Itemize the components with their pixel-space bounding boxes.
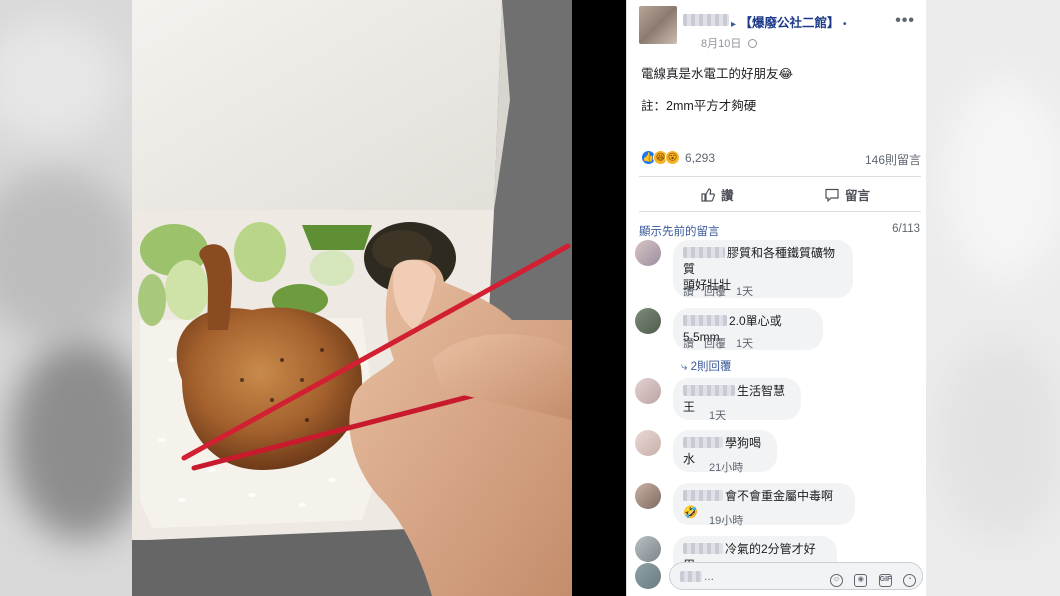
comment-page-count: 6/113 (892, 223, 920, 235)
post-photo[interactable] (132, 0, 572, 596)
comment-input-icons: ☺ ◉ GIF ◔ (822, 568, 916, 587)
commenter-name-blurred[interactable] (683, 247, 725, 258)
comment-input[interactable] (704, 563, 824, 589)
commenter-name-blurred[interactable] (683, 490, 723, 501)
commenter-avatar[interactable] (635, 378, 661, 404)
post-note: 註：2mm平方才夠硬 (641, 99, 757, 113)
comment-button[interactable]: 留言 (825, 185, 870, 204)
blurred-background-left (0, 0, 132, 596)
lunchbox-photo (132, 0, 572, 596)
triangle-icon: ▸ (731, 19, 737, 30)
blurred-background-right (926, 0, 1060, 596)
post-text: 電線真是水電工的好朋友😂 (641, 67, 794, 81)
comment-bubble: 會不會重金屬中毒啊🤣 (673, 483, 855, 525)
comment-time[interactable]: 1天 (709, 410, 726, 422)
comment-like-link[interactable]: 讚 (683, 286, 694, 298)
comment-input-row: ☺ ◉ GIF ◔ (633, 560, 925, 592)
commenter-name-blurred[interactable] (683, 437, 723, 448)
sticker-icon[interactable]: ◔ (903, 574, 916, 587)
comment-reply-link[interactable]: 回覆 (704, 286, 726, 298)
poster-avatar[interactable] (639, 6, 677, 44)
gif-icon[interactable]: GIF (878, 574, 892, 587)
thumbs-up-icon (701, 188, 715, 202)
post-header: ▸ 【爆廢公社二館】 • ••• 8月10日 (639, 4, 926, 51)
comment-count[interactable]: 146則留言 (865, 151, 921, 168)
action-bar: 讚 留言 (639, 176, 921, 212)
more-options-icon[interactable]: ••• (895, 12, 915, 30)
comment-time[interactable]: 19小時 (709, 515, 743, 527)
globe-icon (748, 39, 758, 48)
comment-time[interactable]: 1天 (736, 286, 753, 298)
camera-icon[interactable]: ◉ (854, 574, 868, 587)
view-replies-link[interactable]: ⤷ 2則回覆 (681, 358, 732, 374)
facebook-post-panel: ▸ 【爆廢公社二館】 • ••• 8月10日 電線真是水電工的好朋友😂 註：2m… (626, 0, 926, 596)
current-user-avatar (635, 563, 661, 589)
comment-meta: 19小時 (709, 512, 753, 528)
commenter-avatar[interactable] (635, 430, 661, 456)
comment-like-link[interactable]: 讚 (683, 338, 694, 350)
comment-input-box[interactable]: ☺ ◉ GIF ◔ (669, 562, 923, 590)
group-link[interactable]: 【爆廢公社二館】 (740, 16, 840, 30)
poster-name-blurred[interactable] (683, 14, 729, 26)
post-date-text[interactable]: 8月10日 (701, 38, 741, 50)
commenter-avatar[interactable] (635, 308, 661, 334)
post-date[interactable]: 8月10日 (701, 35, 758, 51)
reactions-bar[interactable]: 👍 😆 😮 6,293 146則留言 (641, 150, 921, 168)
commenter-avatar[interactable] (635, 483, 661, 509)
commenter-name-blurred[interactable] (683, 543, 723, 554)
comment-time[interactable]: 1天 (736, 338, 753, 350)
comment-time[interactable]: 21小時 (709, 462, 743, 474)
reaction-count[interactable]: 6,293 (685, 151, 715, 165)
commenter-avatar[interactable] (635, 536, 661, 562)
comment-button-label: 留言 (845, 189, 871, 203)
group-name[interactable]: ▸ 【爆廢公社二館】 • (731, 12, 847, 31)
view-replies-label[interactable]: 2則回覆 (691, 361, 732, 373)
wow-reaction-icon: 😮 (665, 150, 680, 165)
emoji-icon[interactable]: ☺ (829, 574, 843, 587)
comment-meta: 讚回覆 1天 (683, 335, 763, 351)
comment-meta: 21小時 (709, 459, 753, 475)
view-previous-comments-link[interactable]: 顯示先前的留言 (639, 223, 720, 239)
like-button-label: 讚 (721, 189, 734, 203)
comment-bubble: 生活智慧王 (673, 378, 801, 420)
current-user-name-blurred (680, 571, 702, 582)
commenter-name-blurred[interactable] (683, 385, 735, 396)
reply-arrow-icon: ⤷ (681, 361, 688, 373)
comment-reply-link[interactable]: 回覆 (704, 338, 726, 350)
comment-meta: 讚回覆 1天 (683, 283, 763, 299)
commenter-avatar[interactable] (635, 240, 661, 266)
commenter-name-blurred[interactable] (683, 315, 727, 326)
like-button[interactable]: 讚 (701, 185, 734, 204)
comment-meta: 1天 (709, 407, 736, 423)
divider (572, 0, 626, 596)
comment-bubble-icon (825, 188, 839, 202)
bullet-icon: • (843, 19, 847, 30)
